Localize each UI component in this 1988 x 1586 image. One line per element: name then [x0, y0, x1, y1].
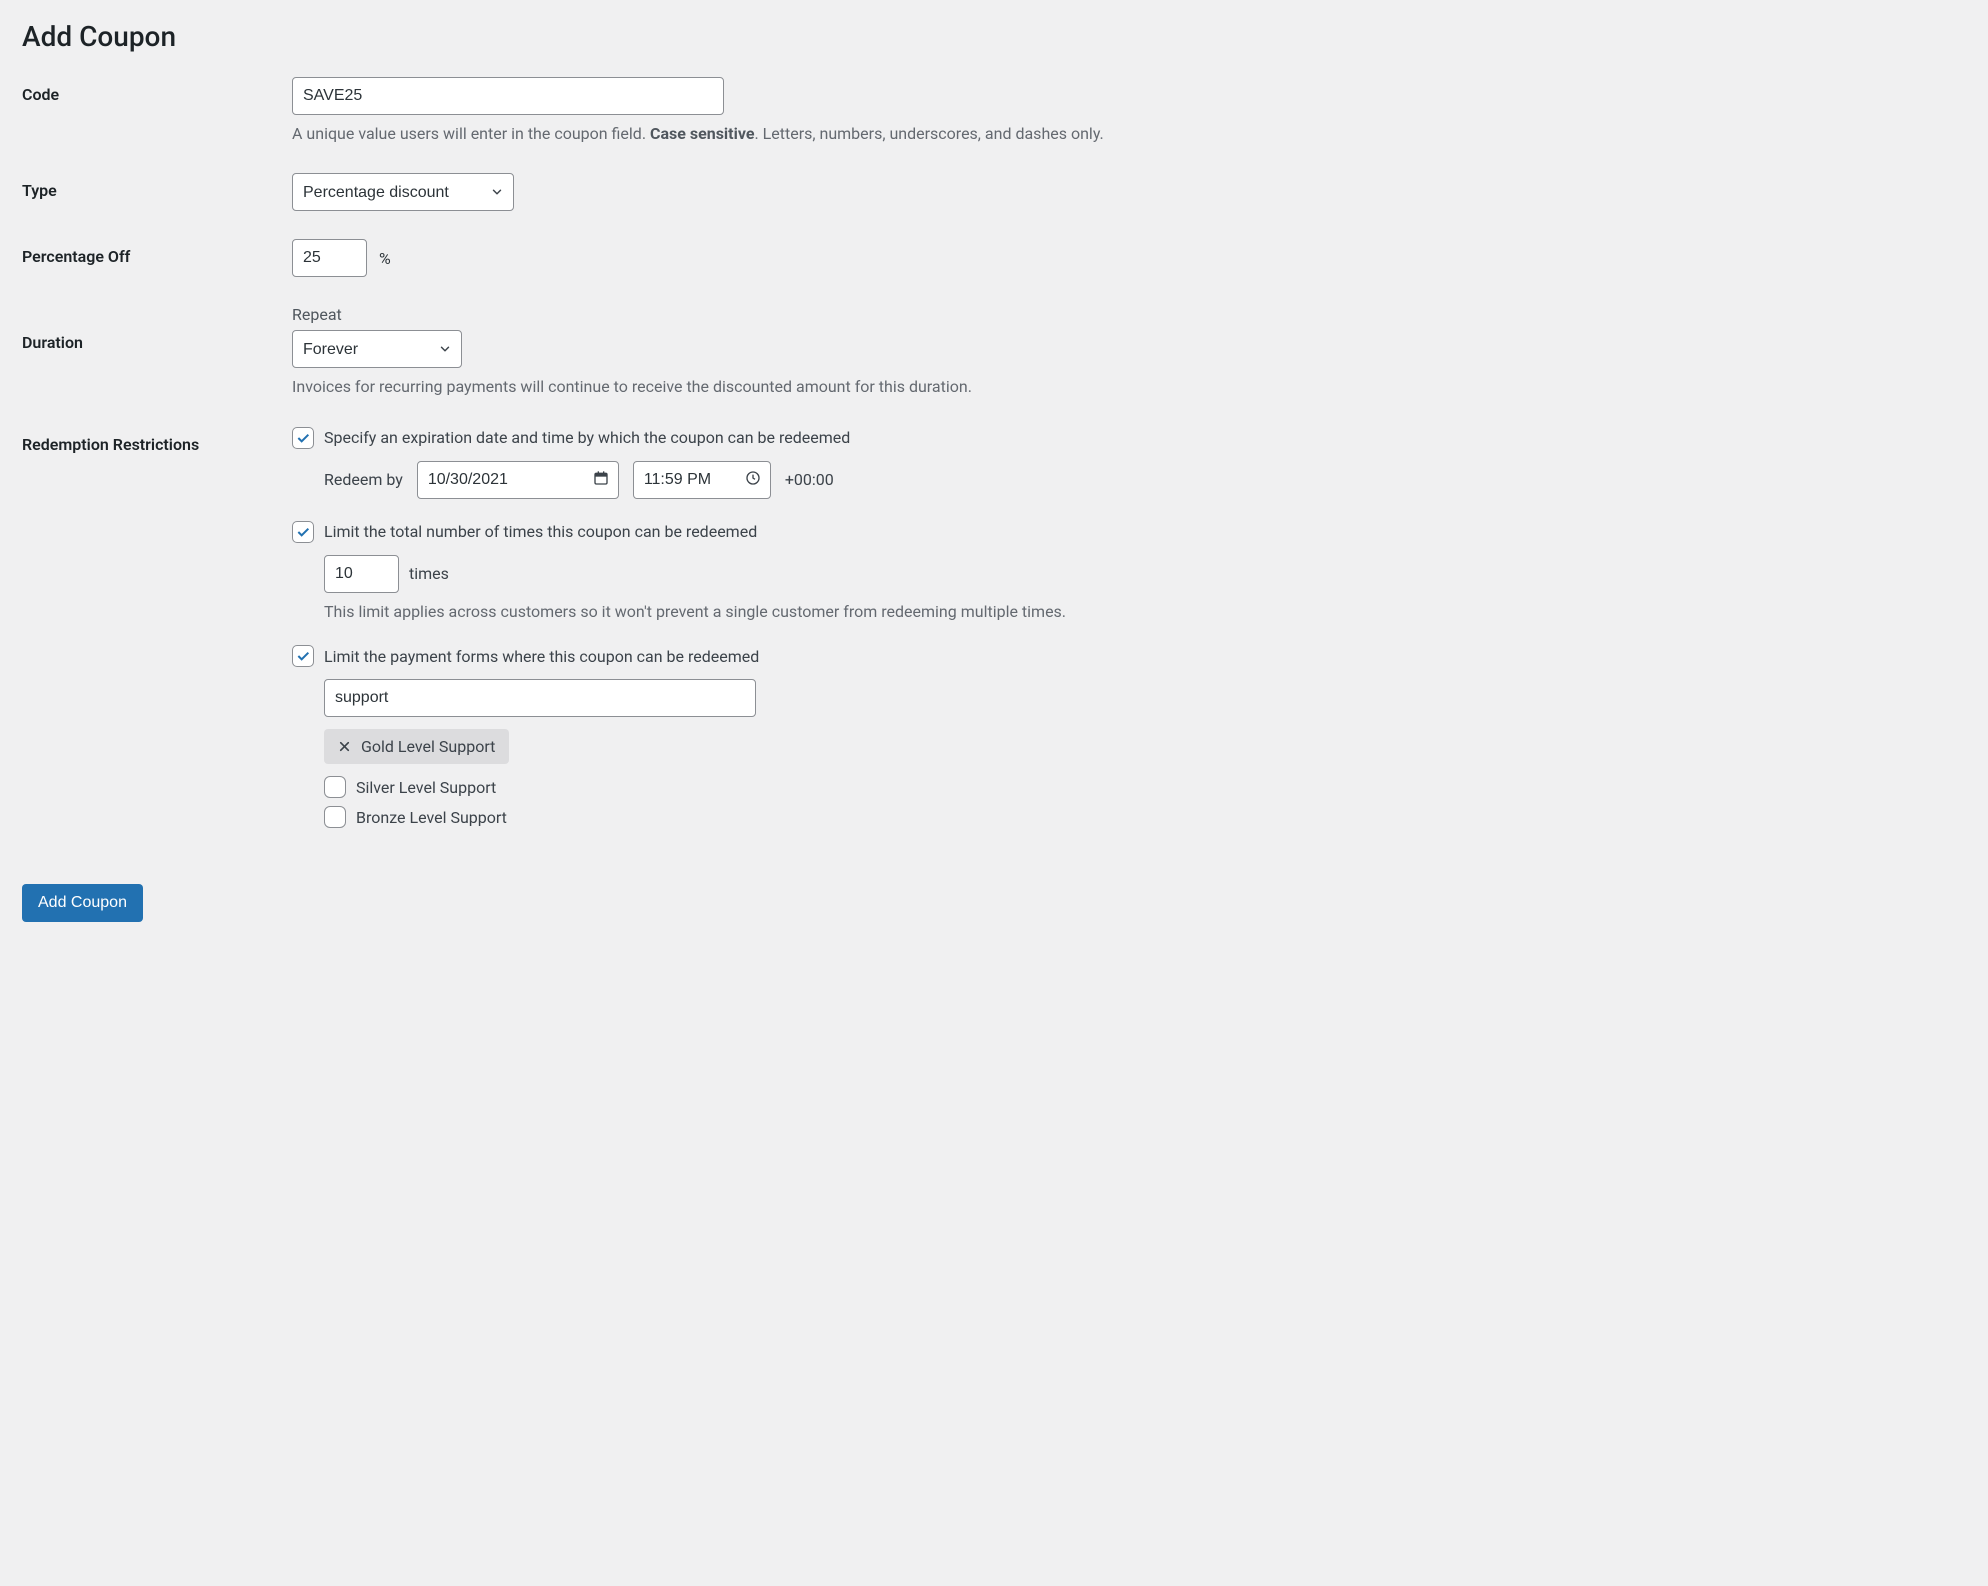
close-icon[interactable]	[338, 740, 351, 753]
code-help: A unique value users will enter in the c…	[292, 123, 1966, 145]
duration-help: Invoices for recurring payments will con…	[292, 376, 1966, 398]
code-help-post: . Letters, numbers, underscores, and das…	[754, 124, 1103, 143]
type-select[interactable]: Percentage discount	[292, 173, 514, 211]
limit-total-check-label[interactable]: Limit the total number of times this cou…	[324, 522, 757, 541]
forms-filter-input[interactable]	[324, 679, 756, 717]
type-label: Type	[22, 173, 292, 200]
duration-sublabel: Repeat	[292, 305, 1966, 324]
limit-forms-checkbox[interactable]	[292, 645, 314, 667]
expiration-checkbox[interactable]	[292, 427, 314, 449]
redeem-date-input[interactable]	[417, 461, 619, 499]
code-input[interactable]	[292, 77, 724, 115]
form-option-checkbox[interactable]	[324, 806, 346, 828]
form-option-label[interactable]: Silver Level Support	[356, 778, 496, 797]
restrictions-label: Redemption Restrictions	[22, 427, 292, 454]
duration-select[interactable]: Forever	[292, 330, 462, 368]
redeem-time-input[interactable]	[633, 461, 771, 499]
expiration-check-label[interactable]: Specify an expiration date and time by w…	[324, 428, 850, 447]
limit-forms-check-label[interactable]: Limit the payment forms where this coupo…	[324, 647, 759, 666]
redeem-by-label: Redeem by	[324, 470, 403, 489]
add-coupon-button[interactable]: Add Coupon	[22, 884, 143, 922]
percentage-label: Percentage Off	[22, 239, 292, 266]
page-title: Add Coupon	[22, 20, 1966, 53]
limit-total-input[interactable]	[324, 555, 399, 593]
form-option-label[interactable]: Bronze Level Support	[356, 808, 507, 827]
timezone-text: +00:00	[785, 470, 834, 489]
code-help-pre: A unique value users will enter in the c…	[292, 124, 650, 143]
code-help-strong: Case sensitive	[650, 124, 754, 143]
duration-label: Duration	[22, 305, 292, 352]
form-option-checkbox[interactable]	[324, 776, 346, 798]
limit-total-suffix: times	[409, 564, 449, 583]
form-option: Silver Level Support	[324, 776, 1966, 798]
code-label: Code	[22, 77, 292, 104]
form-option: Bronze Level Support	[324, 806, 1966, 828]
limit-total-checkbox[interactable]	[292, 521, 314, 543]
selected-form-chip: Gold Level Support	[324, 729, 509, 764]
limit-total-help: This limit applies across customers so i…	[324, 601, 1966, 623]
percentage-suffix: %	[379, 249, 391, 268]
percentage-input[interactable]	[292, 239, 367, 277]
selected-form-chip-label: Gold Level Support	[361, 737, 495, 756]
